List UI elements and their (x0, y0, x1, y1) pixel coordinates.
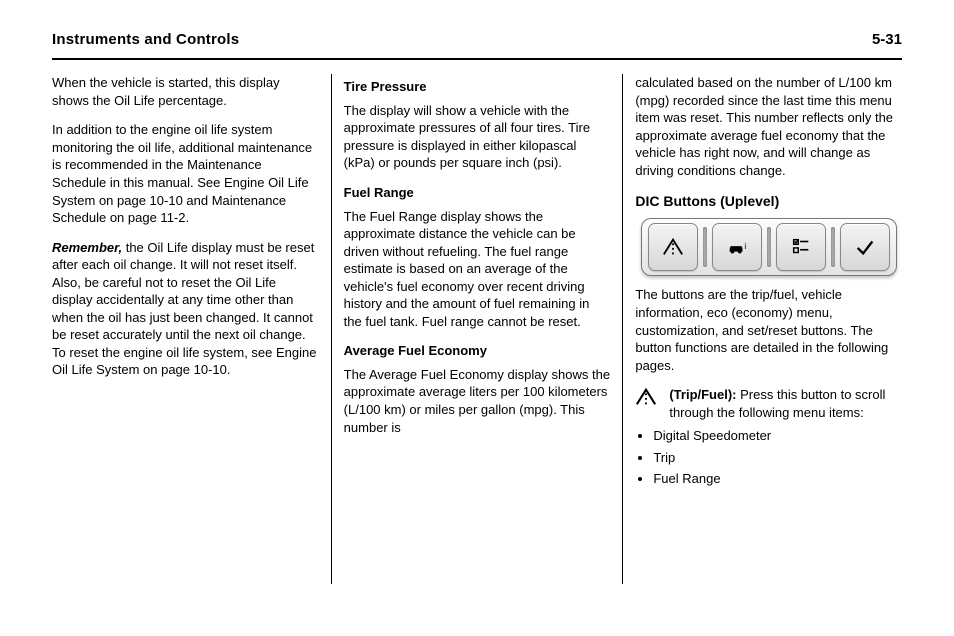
list-item: Trip (653, 449, 902, 467)
oil-life-reset-text: the Oil Life display must be reset after… (52, 240, 316, 378)
heading-fuel-range: Fuel Range (344, 184, 611, 202)
column-1: When the vehicle is started, this displa… (52, 74, 332, 584)
road-icon (662, 236, 684, 258)
dic-buttons-caption: The buttons are the trip/fuel, vehicle i… (635, 286, 902, 374)
customization-button[interactable] (776, 223, 826, 271)
trip-fuel-button[interactable] (648, 223, 698, 271)
button-divider (828, 223, 838, 271)
trip-fuel-label: (Trip/Fuel): (669, 387, 736, 402)
column-2: Tire Pressure The display will show a ve… (332, 74, 624, 584)
heading-avg-fuel-econ: Average Fuel Economy (344, 342, 611, 360)
oil-life-reset: Remember, the Oil Life display must be r… (52, 239, 319, 379)
avg-fuel-econ-text: The Average Fuel Economy display shows t… (344, 366, 611, 436)
car-info-icon: i (726, 236, 748, 258)
button-divider (764, 223, 774, 271)
oil-life-intro: When the vehicle is started, this displa… (52, 74, 319, 109)
chapter-title: Instruments and Controls (52, 30, 239, 50)
set-reset-button[interactable] (840, 223, 890, 271)
remember-label: Remember, (52, 240, 122, 255)
button-divider (700, 223, 710, 271)
column-3: calculated based on the number of L/100 … (623, 74, 902, 584)
checklist-icon (790, 236, 812, 258)
tire-pressure-text: The display will show a vehicle with the… (344, 102, 611, 172)
trip-fuel-section: (Trip/Fuel): Press this button to scroll… (635, 386, 902, 421)
fuel-range-text: The Fuel Range display shows the approxi… (344, 208, 611, 331)
list-item: Digital Speedometer (653, 427, 902, 445)
dic-button-cluster: i (641, 218, 897, 276)
heading-tire-pressure: Tire Pressure (344, 78, 611, 96)
svg-text:i: i (744, 242, 746, 251)
heading-dic-buttons: DIC Buttons (Uplevel) (635, 192, 902, 211)
columns: When the vehicle is started, this displa… (52, 74, 902, 584)
page: Instruments and Controls 5-31 When the v… (0, 0, 954, 636)
oil-life-maint: In addition to the engine oil life syste… (52, 121, 319, 226)
vehicle-info-button[interactable]: i (712, 223, 762, 271)
list-item: Fuel Range (653, 470, 902, 488)
check-icon (854, 236, 876, 258)
afe-continued: calculated based on the number of L/100 … (635, 74, 902, 179)
page-number: 5-31 (872, 30, 902, 50)
dic-button-illustration: i (635, 218, 902, 276)
header-rule (52, 58, 902, 60)
trip-fuel-menu-list: Digital Speedometer Trip Fuel Range (635, 427, 902, 488)
road-icon-inline (635, 386, 657, 408)
page-header: Instruments and Controls 5-31 (52, 30, 902, 58)
